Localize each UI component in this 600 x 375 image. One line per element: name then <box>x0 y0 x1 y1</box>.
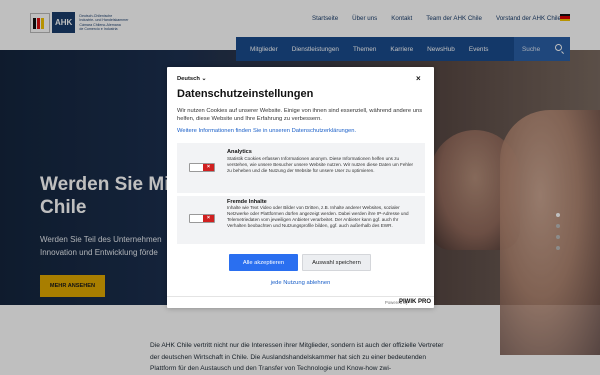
toggle-off-icon: × <box>203 164 214 171</box>
save-selection-button[interactable]: Auswahl speichern <box>302 254 371 271</box>
toggle-off-icon: × <box>203 215 214 222</box>
dialog-title: Datenschutzeinstellungen <box>177 88 314 100</box>
close-icon[interactable]: × <box>416 74 421 83</box>
consent-category-external: × Fremde Inhalte Inhalte wie Text Video … <box>177 196 425 244</box>
category-description: Inhalte wie Text Video oder Bilder von D… <box>227 205 409 228</box>
consent-category-analytics: × Analytics Statistik Cookies erfassen I… <box>177 143 425 193</box>
category-title: Analytics <box>227 149 252 155</box>
language-select[interactable]: Deutsch ⌄ <box>177 76 206 82</box>
accept-all-button[interactable]: Alle akzeptieren <box>229 254 298 271</box>
analytics-toggle[interactable]: × <box>189 163 215 172</box>
dialog-footer: Powered by PIWIK PRO <box>167 296 434 308</box>
privacy-policy-link[interactable]: Weitere Informationen finden Sie in unse… <box>177 128 356 134</box>
chevron-down-icon: ⌄ <box>201 76 207 82</box>
reject-all-link[interactable]: jede Nutzung ablehnen <box>167 280 434 286</box>
dialog-intro: Wir nutzen Cookies auf unserer Website. … <box>177 108 423 122</box>
external-content-toggle[interactable]: × <box>189 214 215 223</box>
category-description: Statistik Cookies erfassen Informationen… <box>227 156 414 173</box>
piwik-pro-logo[interactable]: PIWIK PRO <box>399 299 431 305</box>
language-label: Deutsch <box>177 76 200 82</box>
consent-dialog: Deutsch ⌄ × Datenschutzeinstellungen Wir… <box>167 67 434 308</box>
